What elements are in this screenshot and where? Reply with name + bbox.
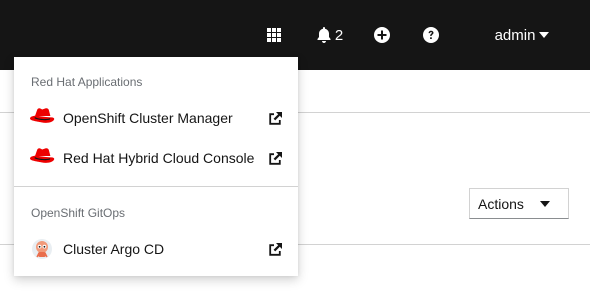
menu-item-red-hat-hybrid-cloud-console[interactable]: Red Hat Hybrid Cloud Console [14, 138, 298, 178]
menu-item-label: Red Hat Hybrid Cloud Console [63, 150, 255, 166]
caret-down-icon [539, 32, 550, 38]
menu-item-label: OpenShift Cluster Manager [63, 110, 233, 126]
question-circle-icon [423, 27, 439, 43]
menu-item-cluster-argo-cd[interactable]: Cluster Argo CD [14, 229, 298, 269]
menu-item-openshift-cluster-manager[interactable]: OpenShift Cluster Manager [14, 98, 298, 138]
actions-dropdown-button[interactable]: Actions [469, 188, 569, 219]
argo-logo-icon [32, 239, 52, 259]
plus-circle-icon [374, 27, 390, 43]
external-link-icon [269, 243, 282, 256]
help-button[interactable] [419, 0, 443, 70]
bell-icon [317, 27, 331, 43]
notifications-button[interactable]: 2 [310, 0, 350, 70]
quick-create-button[interactable] [370, 0, 394, 70]
redhat-logo-icon [30, 148, 55, 163]
user-menu-button[interactable]: admin [490, 0, 554, 70]
group-title-openshift-gitops: OpenShift GitOps [31, 206, 126, 220]
menu-divider [14, 186, 298, 187]
actions-label: Actions [478, 195, 524, 212]
menu-item-label: Cluster Argo CD [63, 241, 165, 257]
external-link-icon [269, 152, 282, 165]
external-link-icon [269, 112, 282, 125]
group-title-red-hat-applications: Red Hat Applications [31, 75, 143, 89]
user-name: admin [494, 26, 536, 44]
redhat-logo-icon [30, 108, 55, 123]
notification-count: 2 [334, 26, 344, 44]
grid-icon [267, 28, 281, 42]
app-launcher-menu: Red Hat Applications OpenShift Cluster M… [14, 57, 298, 276]
caret-down-icon [540, 201, 550, 207]
